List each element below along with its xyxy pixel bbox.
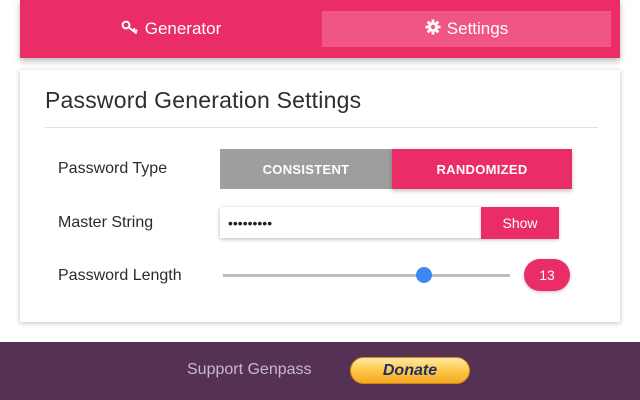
randomized-option-button[interactable]: RANDOMIZED [392,149,572,189]
key-icon [121,19,145,40]
password-length-slider-thumb[interactable] [415,267,432,283]
tab-generator-label: Generator [144,19,222,38]
password-length-slider[interactable] [223,274,510,277]
footer: Support Genpass Donate [0,342,640,400]
master-string-label: Master String [58,214,154,231]
support-text: Support Genpass [187,361,312,378]
master-string-input[interactable] [220,207,482,238]
tab-generator[interactable]: Generator [20,11,322,47]
donate-button[interactable]: Donate [350,357,470,384]
top-nav-bar: Generator Settings [20,0,620,58]
settings-card: Password Generation Settings Password Ty… [20,70,620,322]
show-button[interactable]: Show [481,207,559,239]
donate-label: Donate [382,361,438,379]
tab-settings[interactable]: Settings [322,11,611,47]
consistent-option-button[interactable]: CONSISTENT [220,149,392,189]
gear-icon [425,19,447,40]
page-title: Password Generation Settings [45,87,362,113]
password-type-label: Password Type [58,160,168,177]
password-length-value: 13 [524,259,570,291]
tab-settings-label: Settings [446,19,509,38]
password-length-label: Password Length [58,267,182,284]
title-divider [45,127,598,128]
